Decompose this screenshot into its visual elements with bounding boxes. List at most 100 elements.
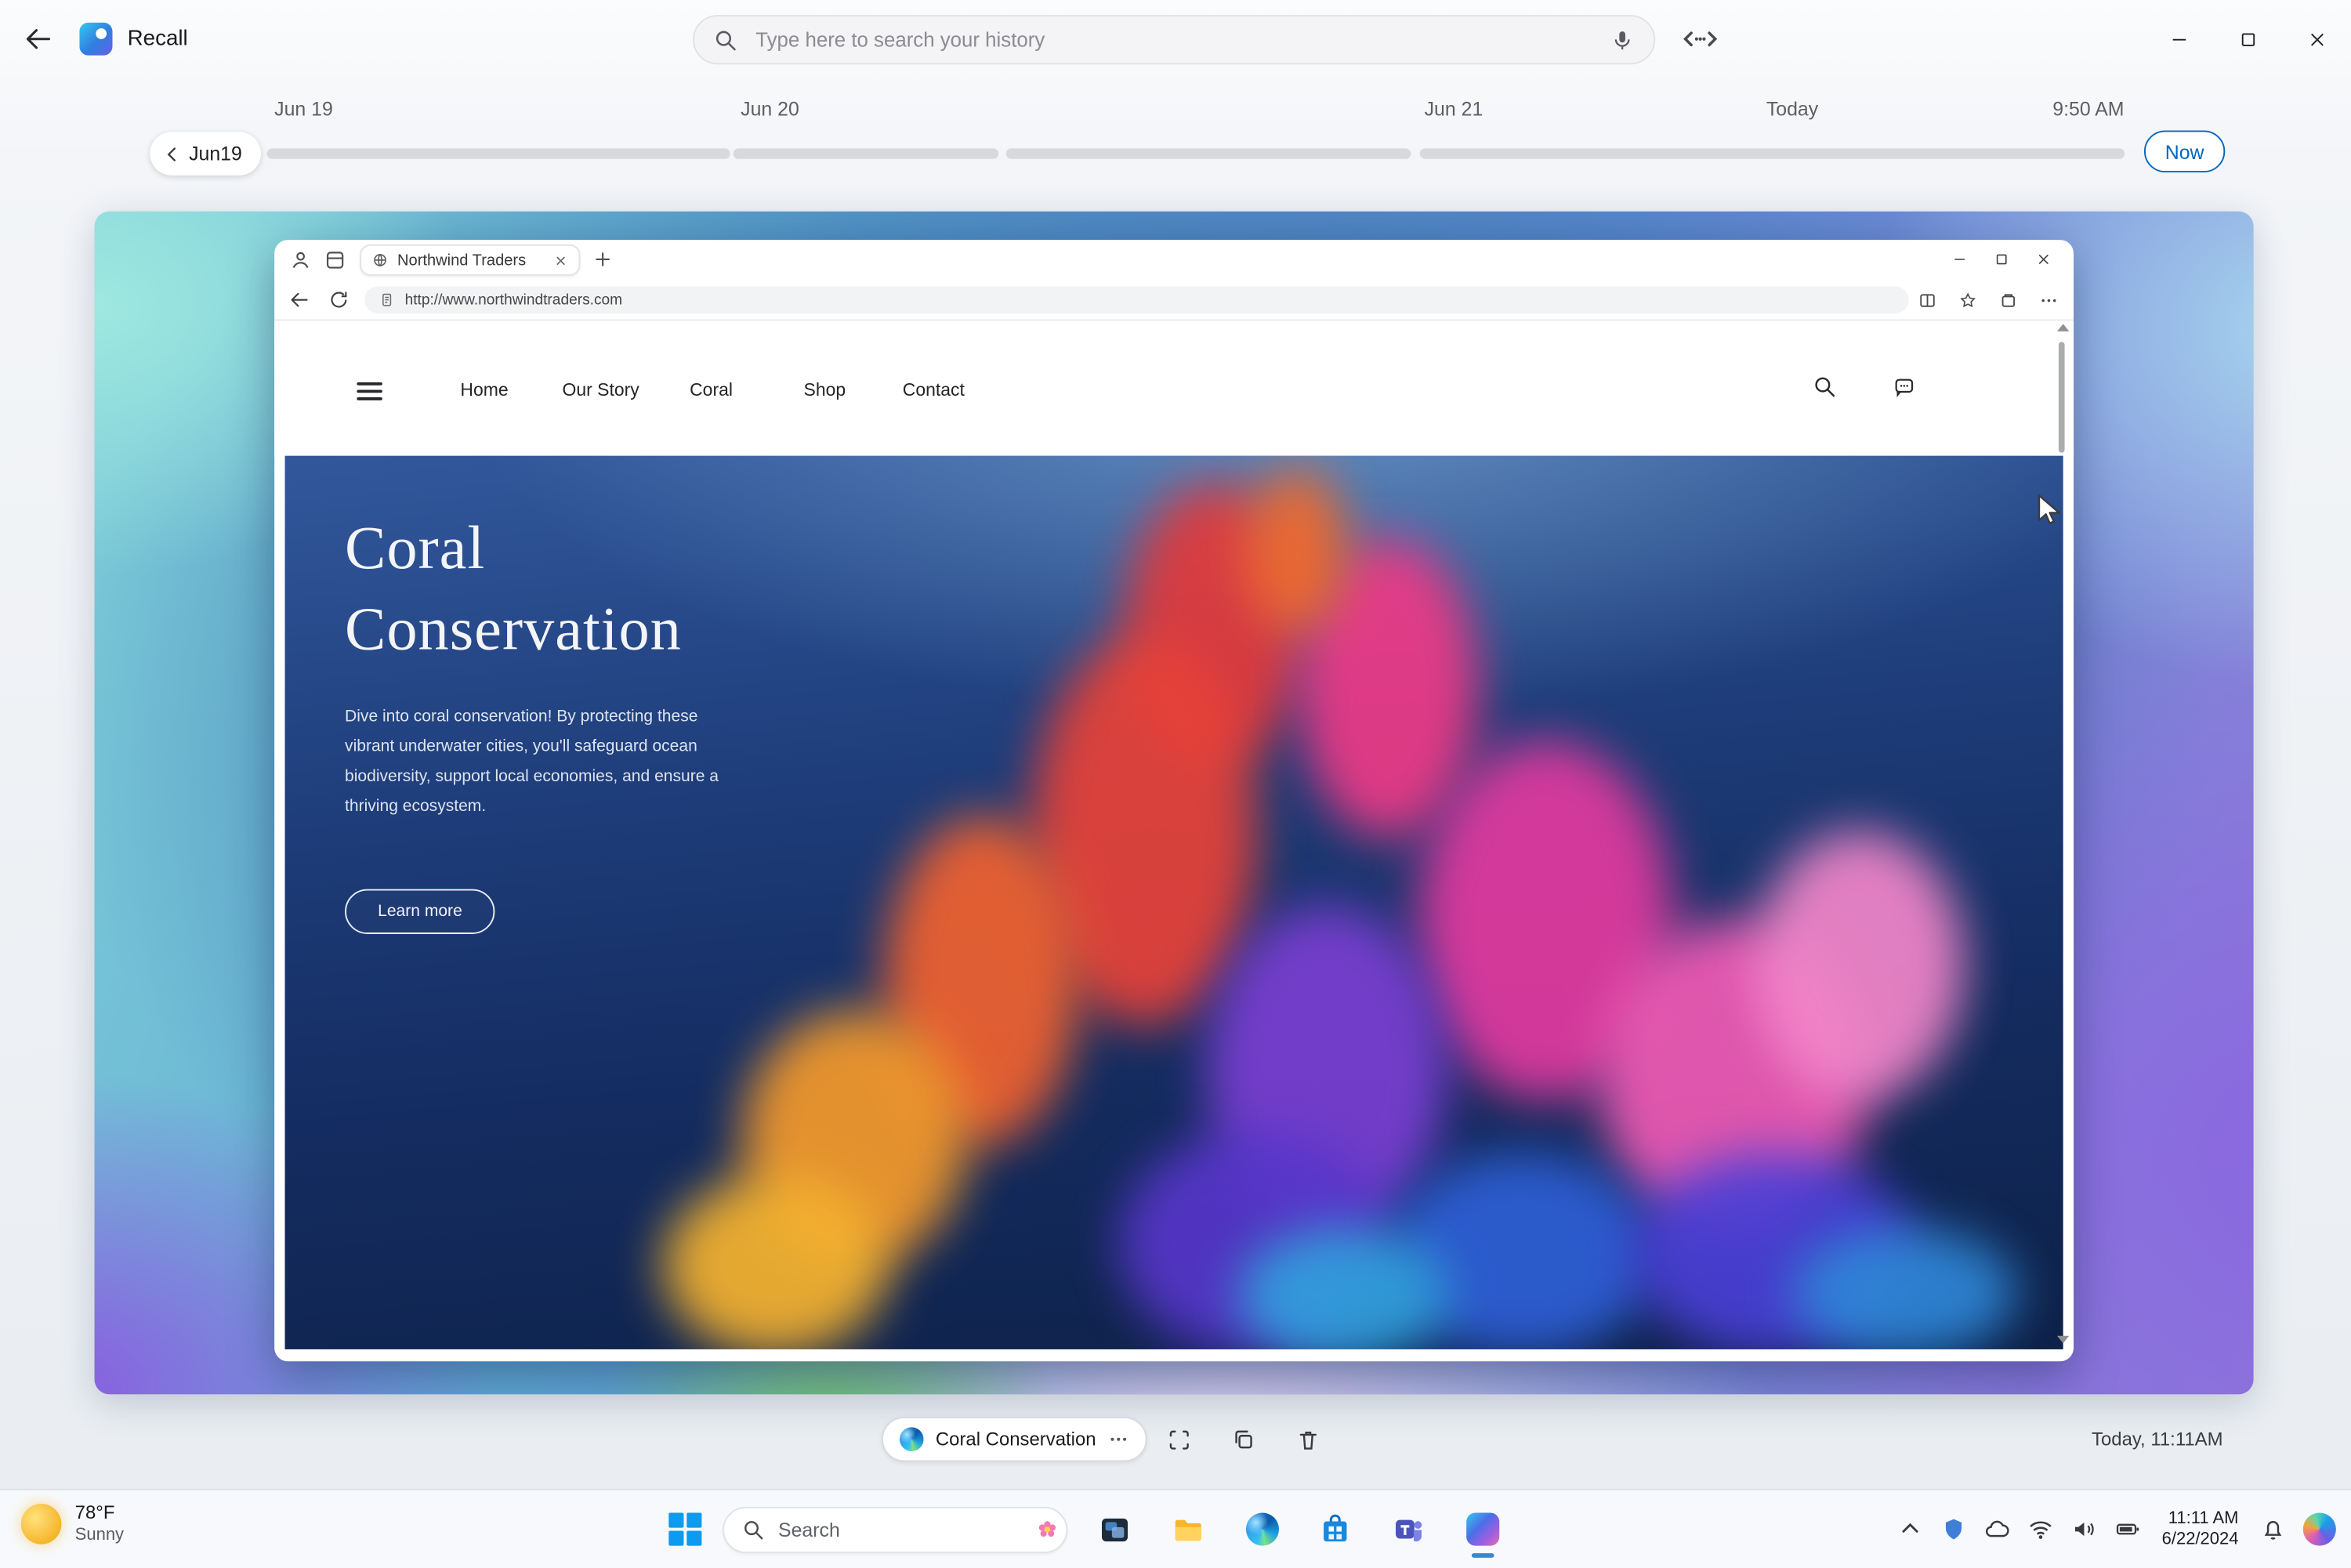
globe-favicon	[371, 252, 388, 268]
timeline-date-label: Today	[1766, 97, 1818, 120]
timeline-date-label: Jun 19	[274, 97, 333, 120]
screenray-button[interactable]	[1157, 1418, 1200, 1461]
timeline-date-label: Jun 20	[741, 97, 799, 120]
scroll-up-icon[interactable]	[2057, 324, 2069, 331]
browser-maximize-button[interactable]	[1980, 240, 2023, 279]
clock-date: 6/22/2024	[2162, 1530, 2239, 1551]
taskbar-center: Search	[668, 1505, 1499, 1553]
copilot-icon[interactable]	[2303, 1512, 2336, 1545]
taskbar-clock[interactable]: 11:11 AM 6/22/2024	[2162, 1508, 2239, 1551]
store-button[interactable]	[1318, 1512, 1353, 1547]
snapshot-preview[interactable]: Northwind Traders	[95, 212, 2254, 1395]
back-arrow-icon[interactable]	[24, 24, 54, 54]
source-more-icon[interactable]	[1108, 1429, 1129, 1450]
clock-time: 11:11 AM	[2162, 1508, 2239, 1530]
search-icon	[714, 27, 738, 52]
more-icon[interactable]	[2039, 290, 2059, 310]
file-explorer-button[interactable]	[1171, 1512, 1205, 1547]
onedrive-cloud-icon[interactable]	[1983, 1515, 2010, 1542]
timeline-date-label: Jun 21	[1425, 97, 1483, 120]
history-search-input[interactable]	[752, 27, 1595, 53]
edge-browser-window: Northwind Traders	[274, 240, 2074, 1361]
split-screen-icon[interactable]	[1918, 290, 1937, 310]
teams-button[interactable]	[1392, 1512, 1426, 1547]
new-tab-icon[interactable]	[592, 249, 614, 270]
browser-window-controls	[1939, 240, 2065, 279]
delete-button[interactable]	[1287, 1418, 1329, 1461]
site-nav-our-story[interactable]: Our Story	[562, 379, 639, 400]
site-search-icon[interactable]	[1813, 375, 1837, 399]
browser-close-button[interactable]	[2023, 240, 2065, 279]
scroll-down-icon[interactable]	[2057, 1336, 2069, 1344]
taskbar-search[interactable]: Search	[723, 1506, 1067, 1552]
timeline-segment[interactable]	[267, 148, 730, 158]
hero-description: Dive into coral conservation! By protect…	[345, 701, 737, 821]
taskbar-search-label: Search	[778, 1518, 840, 1541]
weather-temp: 78°F	[75, 1502, 124, 1525]
coral-blob	[1755, 831, 1965, 1100]
timeline-jump-back-button[interactable]: Jun19	[150, 132, 261, 175]
window-controls	[2144, 0, 2351, 78]
history-search[interactable]	[693, 15, 1655, 64]
url-text: http://www.northwindtraders.com	[405, 292, 623, 308]
recall-app-button[interactable]	[1465, 1512, 1499, 1547]
wifi-icon[interactable]	[2027, 1515, 2053, 1542]
close-button[interactable]	[2282, 0, 2351, 78]
site-header: Home Our Story Coral Shop Contact	[274, 320, 2074, 457]
browser-tab[interactable]: Northwind Traders	[360, 244, 580, 276]
timeline-now-button[interactable]: Now	[2144, 130, 2225, 172]
coral-blob	[1244, 468, 1349, 632]
timeline-segment[interactable]	[734, 148, 999, 158]
microphone-icon[interactable]	[1610, 27, 1635, 52]
timeline-segment[interactable]	[1420, 148, 2125, 158]
weather-condition: Sunny	[75, 1525, 124, 1546]
scrollbar-thumb[interactable]	[2059, 342, 2065, 453]
site-nav-contact[interactable]: Contact	[903, 379, 965, 400]
tab-title: Northwind Traders	[397, 251, 545, 269]
copy-button[interactable]	[1222, 1418, 1264, 1461]
screenray-icon	[1166, 1426, 1192, 1452]
task-view-button[interactable]	[1098, 1512, 1132, 1547]
timeline-segment[interactable]	[1006, 148, 1411, 158]
windows-start-button[interactable]	[668, 1512, 701, 1545]
menu-icon[interactable]	[357, 382, 382, 406]
chat-icon[interactable]	[1893, 375, 1917, 399]
battery-icon[interactable]	[2114, 1515, 2140, 1542]
site-nav-home[interactable]: Home	[460, 379, 508, 400]
tab-close-icon[interactable]	[553, 252, 568, 267]
minimize-button[interactable]	[2144, 0, 2213, 78]
bell-icon[interactable]	[2259, 1515, 2286, 1542]
favorites-star-icon[interactable]	[1958, 290, 1978, 310]
site-nav-coral[interactable]: Coral	[690, 379, 733, 400]
address-bar[interactable]: http://www.northwindtraders.com	[364, 286, 1909, 313]
task-view-icon	[1098, 1512, 1132, 1547]
taskbar-apps	[1098, 1512, 1500, 1547]
maximize-button[interactable]	[2213, 0, 2282, 78]
edge-button[interactable]	[1244, 1512, 1279, 1547]
learn-more-button[interactable]: Learn more	[345, 889, 495, 934]
timeline-options-icon[interactable]	[1679, 21, 1722, 57]
volume-icon[interactable]	[2070, 1515, 2097, 1542]
shield-icon[interactable]	[1940, 1515, 1966, 1542]
teams-icon	[1392, 1512, 1426, 1547]
nav-back-icon[interactable]	[289, 289, 310, 310]
profile-icon[interactable]	[289, 249, 312, 272]
timeline-jump-label: Jun19	[189, 143, 242, 165]
snapshot-source-label: Coral Conservation	[936, 1429, 1096, 1450]
site-nav-shop[interactable]: Shop	[804, 379, 846, 400]
hero-image: Coral Conservation Dive into coral conse…	[285, 456, 2063, 1349]
coral-blob	[663, 1175, 888, 1349]
refresh-icon[interactable]	[328, 289, 350, 310]
page-scrollbar[interactable]	[2056, 324, 2069, 1343]
chevron-up-icon[interactable]	[1896, 1515, 1923, 1542]
coral-blob	[1791, 1228, 2016, 1349]
snapshot-source-pill[interactable]: Coral Conservation	[882, 1417, 1147, 1461]
sun-icon	[21, 1504, 62, 1544]
recall-icon	[1465, 1512, 1498, 1545]
collections-icon[interactable]	[1998, 290, 2018, 310]
tab-actions-icon[interactable]	[324, 249, 346, 272]
delete-icon	[1295, 1426, 1320, 1452]
browser-minimize-button[interactable]	[1939, 240, 1981, 279]
weather-widget[interactable]: 78°F Sunny	[21, 1502, 124, 1545]
recall-app-window: Recall Jun 19 Jun 20 Jun 21 Today 9:50 A…	[0, 0, 2351, 1566]
